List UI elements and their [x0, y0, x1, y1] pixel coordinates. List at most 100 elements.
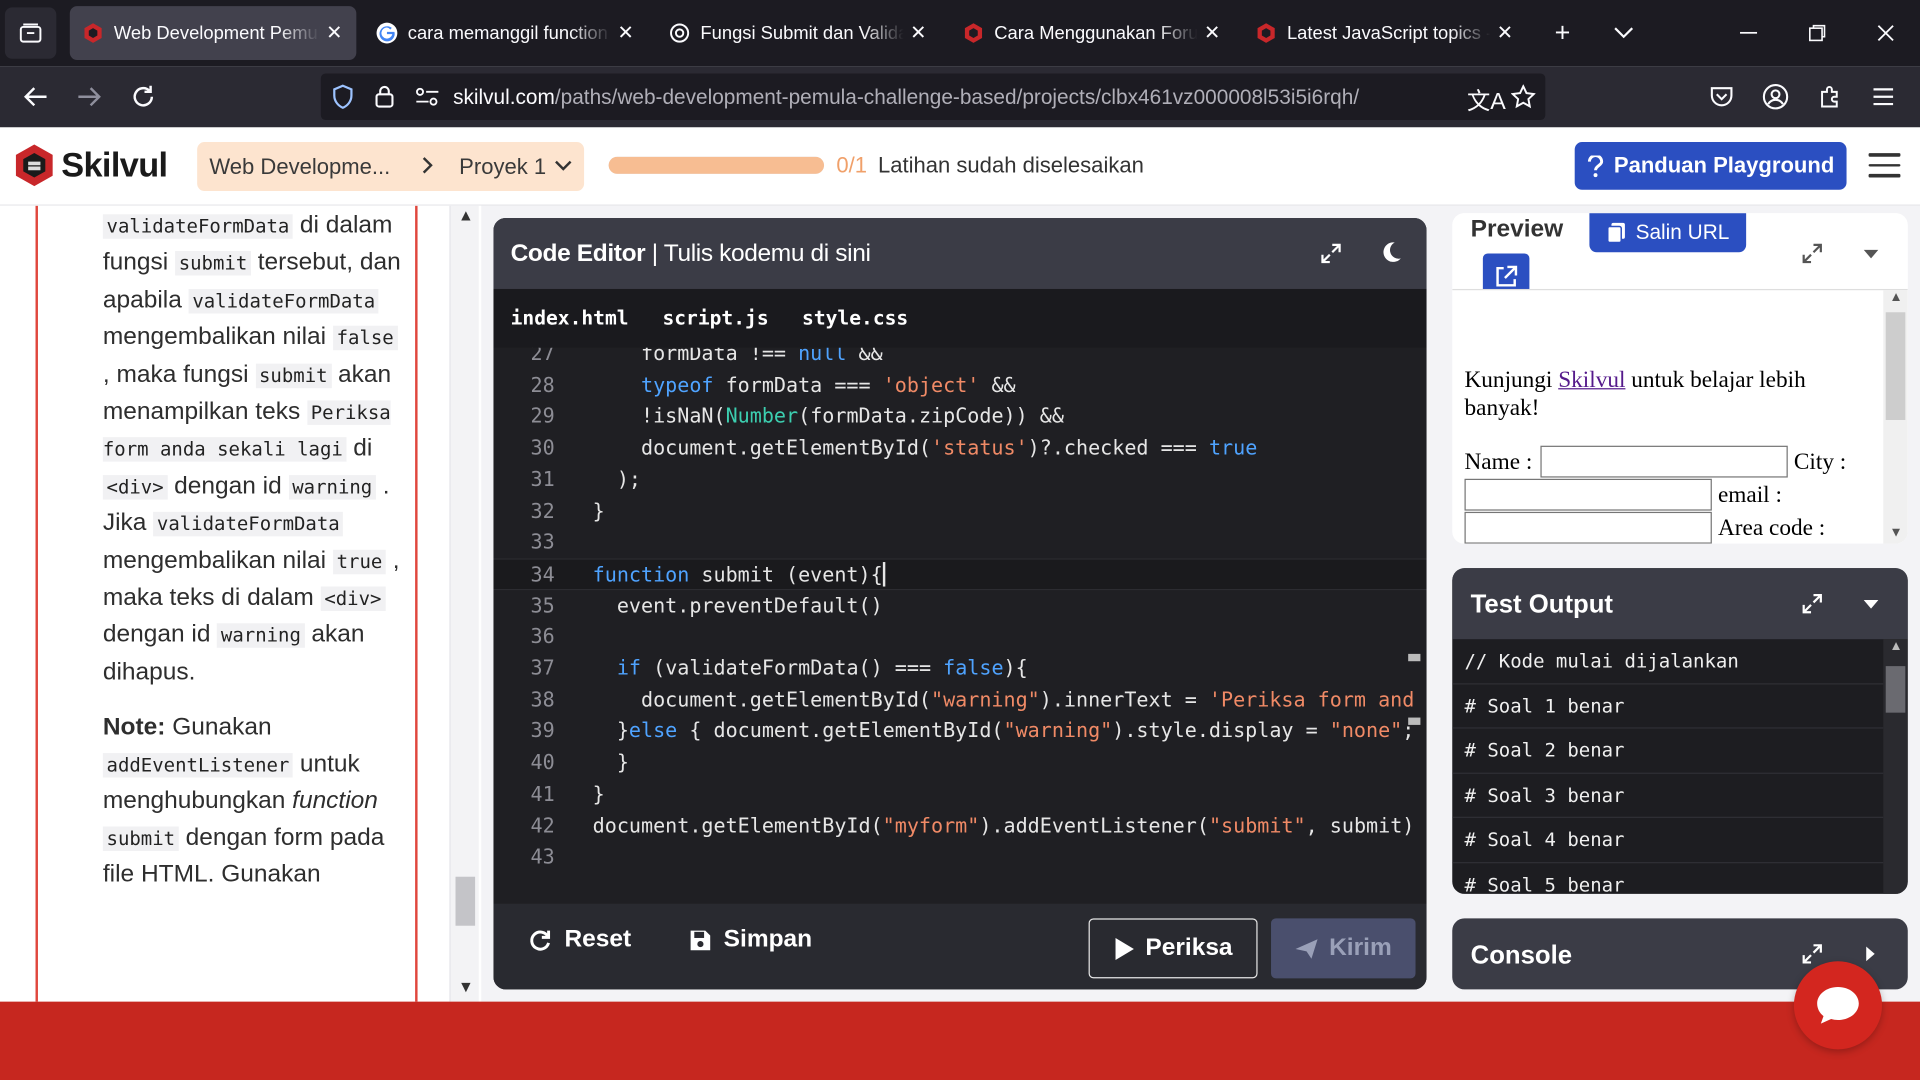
back-button[interactable]: [16, 77, 55, 116]
scroll-up-icon[interactable]: ▲: [1889, 639, 1902, 654]
save-button[interactable]: Simpan: [689, 926, 812, 954]
code-line[interactable]: 35 event.preventDefault(): [493, 590, 1426, 621]
code-line[interactable]: 40 }: [493, 747, 1426, 778]
close-tab-icon[interactable]: ✕: [324, 21, 344, 45]
code-token: formData ===: [713, 373, 883, 397]
code-line[interactable]: 43: [493, 841, 1426, 872]
pocket-button[interactable]: [1702, 77, 1741, 116]
new-tab-button[interactable]: +: [1538, 10, 1587, 57]
code-line[interactable]: 34 function submit (event){: [493, 558, 1427, 590]
code-line[interactable]: 42 document.getElementById("myform").addE…: [493, 810, 1426, 841]
translate-icon[interactable]: 文A: [1467, 83, 1506, 116]
skilvul-link[interactable]: Skilvul: [1558, 367, 1625, 393]
email-label: email :: [1717, 482, 1782, 509]
browser-tab[interactable]: Fungsi Submit dan Validas ✕: [656, 6, 940, 60]
code-text: event.preventDefault(): [593, 590, 883, 621]
code-line[interactable]: 28 typeof formData === 'object' &&: [493, 369, 1426, 400]
close-tab-icon[interactable]: ✕: [909, 21, 929, 45]
instructions-scrollbar[interactable]: ▲ ▼: [449, 205, 479, 1002]
browser-tab[interactable]: Cara Menggunakan Forum ✕: [950, 6, 1234, 60]
list-all-tabs-button[interactable]: [1599, 10, 1648, 57]
file-tab-style-css[interactable]: style.css: [802, 306, 908, 329]
close-tab-icon[interactable]: ✕: [1202, 21, 1222, 45]
restore-icon: [1809, 24, 1826, 42]
url-bar[interactable]: skilvul.com/paths/web-development-pemula…: [320, 73, 1546, 121]
scroll-down-icon[interactable]: ▼: [458, 977, 474, 995]
line-number: 36: [530, 624, 555, 649]
submit-label: Kirim: [1329, 934, 1392, 962]
code-line[interactable]: 32}: [493, 495, 1426, 526]
browser-tab-bar: Web Development Pemula ✕ cara memanggil fu…: [0, 0, 1920, 67]
text-segment: di: [346, 435, 373, 463]
code-line[interactable]: 31 );: [493, 464, 1426, 495]
expand-icon[interactable]: [1320, 242, 1342, 264]
skilvul-favicon-icon: [962, 22, 984, 44]
minimize-button[interactable]: [1724, 10, 1773, 57]
scroll-up-icon[interactable]: ▲: [458, 206, 474, 224]
close-tab-icon[interactable]: ✕: [1495, 21, 1515, 45]
preview-scrollbar[interactable]: ▲ ▼: [1883, 290, 1908, 544]
scroll-up-icon[interactable]: ▲: [1889, 290, 1902, 305]
code-text-area[interactable]: 27 formData !== null && 28 typeof formDat…: [493, 347, 1427, 904]
reload-button[interactable]: [124, 77, 163, 116]
code-line[interactable]: 39 }else { document.getElementById("warn…: [493, 716, 1426, 747]
copy-url-button[interactable]: Salin URL: [1589, 213, 1747, 253]
code-line[interactable]: 29 !isNaN(Number(formData.zipCode)) &&: [493, 401, 1426, 432]
bookmark-star-icon[interactable]: [1511, 84, 1536, 109]
expand-icon[interactable]: [1801, 593, 1823, 615]
page: Web Development Pemula ✕ cara memanggil fu…: [0, 0, 1920, 1080]
site-menu-button[interactable]: [1868, 149, 1901, 181]
expand-icon[interactable]: [1801, 943, 1823, 965]
test-output-scrollbar[interactable]: ▲: [1883, 639, 1908, 894]
code-line[interactable]: 41}: [493, 779, 1426, 810]
reset-button[interactable]: Reset: [528, 926, 631, 954]
code-line[interactable]: 30 document.getElementById('status')?.ch…: [493, 432, 1426, 463]
code-token: 'object': [882, 373, 980, 397]
guide-playground-button[interactable]: Panduan Playground: [1574, 142, 1847, 190]
browser-menu-button[interactable]: [1864, 77, 1903, 116]
chat-button[interactable]: [1793, 961, 1883, 1050]
code-line[interactable]: 27 formData !== null &&: [493, 348, 1426, 370]
forward-button[interactable]: [70, 77, 109, 116]
email-input[interactable]: [1464, 511, 1712, 544]
scrollbar-thumb[interactable]: [1885, 312, 1906, 421]
browser-tab[interactable]: Web Development Pemula ✕: [69, 6, 357, 61]
caret-right-icon[interactable]: [1866, 946, 1876, 962]
code-line[interactable]: 37 if (validateFormData() === false){: [493, 653, 1426, 684]
scrollbar-thumb[interactable]: [1885, 666, 1906, 713]
browser-tab[interactable]: Latest JavaScript topics - F ✕: [1243, 6, 1527, 60]
code-text: }: [593, 747, 629, 778]
caret-down-icon[interactable]: [1863, 600, 1879, 610]
skilvul-logo[interactable]: Skilvul: [12, 142, 168, 189]
file-tab-index-html[interactable]: index.html: [511, 306, 629, 329]
breadcrumb-path[interactable]: Web Developme...: [209, 154, 390, 180]
extensions-button[interactable]: [1811, 77, 1850, 116]
scrollbar-thumb[interactable]: [455, 876, 476, 926]
city-input[interactable]: [1464, 478, 1712, 511]
browser-tab[interactable]: cara memanggil function y ✕: [364, 6, 648, 60]
restore-button[interactable]: [1793, 10, 1842, 57]
check-button[interactable]: Periksa: [1088, 918, 1258, 979]
breadcrumb-project[interactable]: Proyek 1: [459, 154, 546, 180]
close-tab-icon[interactable]: ✕: [616, 21, 636, 45]
preview-header: Preview Salin URL: [1452, 213, 1908, 301]
close-window-button[interactable]: [1861, 10, 1910, 57]
code-line[interactable]: 33: [493, 527, 1426, 558]
tab-list-button[interactable]: [4, 7, 57, 59]
account-button[interactable]: [1756, 77, 1795, 116]
caret-down-icon[interactable]: [1863, 249, 1879, 260]
moon-icon[interactable]: [1380, 241, 1402, 263]
name-input[interactable]: [1540, 445, 1788, 478]
submit-button[interactable]: Kirim: [1271, 918, 1416, 979]
save-icon: [690, 930, 711, 950]
scroll-down-icon[interactable]: ▼: [1889, 525, 1902, 540]
inline-code: warning: [288, 474, 376, 500]
code-line[interactable]: 36: [493, 621, 1426, 652]
file-tab-script-js[interactable]: script.js: [662, 306, 768, 329]
text-segment: Gunakan: [165, 714, 272, 742]
code-token: ).innerText =: [1039, 687, 1209, 712]
code-line[interactable]: 38 document.getElementById("warning").in…: [493, 684, 1426, 715]
expand-icon[interactable]: [1801, 242, 1823, 264]
text-segment: , maka fungsi: [102, 360, 256, 388]
